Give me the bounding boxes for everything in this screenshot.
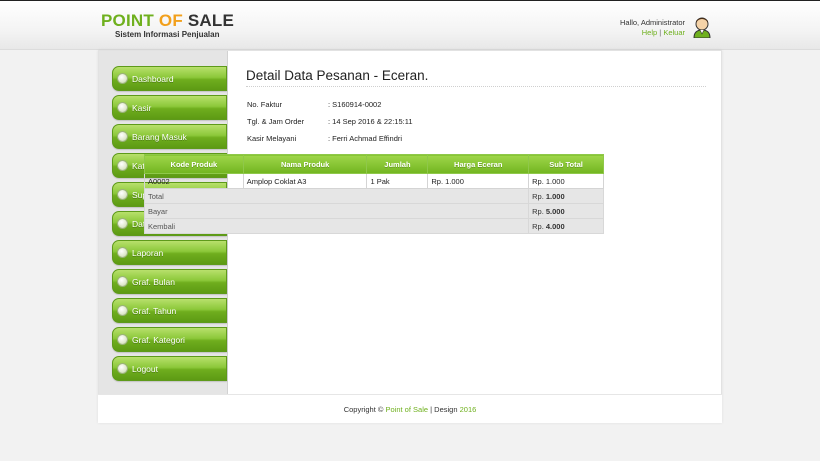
summary-row-kembali: Kembali Rp. 4.000 (143, 218, 604, 234)
order-detail-table: Kode Produk Nama Produk Jumlah Harga Ece… (143, 154, 604, 234)
menu-bullet-icon (117, 276, 128, 287)
user-box: Hallo, Administrator Help | Keluar (620, 18, 685, 37)
link-separator: | (659, 27, 662, 37)
currency: Rp. (532, 206, 544, 216)
menu-bullet-icon (117, 305, 128, 316)
summary-label: Total (143, 188, 530, 204)
cell-jumlah: 1 Pak (366, 173, 429, 189)
logout-link[interactable]: Keluar (663, 28, 685, 37)
help-link[interactable]: Help (642, 28, 657, 37)
sidebar-item-graf-kategori[interactable]: Graf. Kategori (112, 327, 227, 352)
column-header: Kode Produk (144, 154, 244, 174)
sidebar-item-graf-tahun[interactable]: Graf. Tahun (112, 298, 227, 323)
sidebar-item-dashboard[interactable]: Dashboard (112, 66, 227, 91)
summary-amount: 4.000 (545, 221, 565, 231)
summary-row-bayar: Bayar Rp. 5.000 (143, 203, 604, 219)
menu-bullet-icon (117, 363, 128, 374)
sidebar-item-logout[interactable]: Logout (112, 356, 227, 381)
greeting-text: Hallo, Administrator (619, 18, 685, 27)
menu-bullet-icon (117, 189, 128, 200)
column-header: Harga Eceran (427, 154, 530, 174)
logo-subtitle: Sistem Informasi Penjualan (115, 30, 220, 39)
info-label: No. Faktur (247, 100, 283, 109)
summary-value: Rp. 1.000 (528, 188, 604, 204)
footer-middle: | Design (430, 405, 458, 414)
sidebar-item-label: Barang Masuk (132, 132, 187, 142)
sidebar-item-label: Graf. Tahun (132, 306, 177, 316)
info-value: : Ferri Achmad Effindri (328, 134, 403, 143)
sidebar-item-kasir[interactable]: Kasir (112, 95, 227, 120)
summary-label: Kembali (143, 218, 530, 234)
menu-bullet-icon (117, 247, 128, 258)
footer-prefix: Copyright © (343, 405, 384, 414)
table-row: A0002 Amplop Coklat A3 1 Pak Rp. 1.000 R… (144, 173, 604, 189)
cell-harga: Rp. 1.000 (427, 173, 530, 189)
summary-amount: 1.000 (545, 191, 565, 201)
sidebar-item-label: Kasir (132, 103, 152, 113)
summary-value: Rp. 4.000 (528, 218, 604, 234)
sidebar-item-label: Laporan (132, 248, 164, 258)
sidebar-item-laporan[interactable]: Laporan (112, 240, 227, 265)
page-title: Detail Data Pesanan - Eceran. (246, 68, 429, 83)
info-value: : 14 Sep 2016 & 22:15:11 (328, 117, 413, 126)
sidebar-item-barang-masuk[interactable]: Barang Masuk (112, 124, 227, 149)
info-label: Tgl. & Jam Order (247, 117, 305, 126)
column-header: Jumlah (366, 154, 429, 174)
logo-title: POINT OF SALE (101, 12, 234, 30)
app-logo[interactable]: POINT OF SALE Sistem Informasi Penjualan (101, 12, 234, 40)
info-label: Kasir Melayani (247, 134, 297, 143)
menu-bullet-icon (117, 73, 128, 84)
currency: Rp. (532, 221, 544, 231)
logo-word-of: OF (158, 11, 183, 30)
menu-bullet-icon (117, 334, 128, 345)
summary-amount: 5.000 (545, 206, 565, 216)
sidebar-item-label: Graf. Kategori (132, 335, 185, 345)
main-container: Dashboard Kasir Barang Masuk Kategori Su… (98, 50, 722, 423)
cell-nama: Amplop Coklat A3 (242, 173, 368, 189)
table-header-row: Kode Produk Nama Produk Jumlah Harga Ece… (144, 154, 604, 174)
menu-bullet-icon (117, 131, 128, 142)
page-footer: Copyright © Point of Sale | Design 2016 (98, 394, 722, 423)
column-header: Sub Total (528, 154, 604, 174)
summary-label: Bayar (143, 203, 530, 219)
info-value: : S160914-0002 (328, 100, 382, 109)
currency: Rp. (532, 191, 544, 201)
menu-bullet-icon (117, 102, 128, 113)
logo-word-point: POINT (101, 11, 154, 30)
title-divider (246, 86, 706, 87)
summary-value: Rp. 5.000 (528, 203, 604, 219)
menu-bullet-icon (117, 160, 128, 171)
user-avatar-icon (693, 17, 711, 38)
menu-bullet-icon (117, 218, 128, 229)
logo-word-sale: SALE (187, 11, 234, 30)
sidebar-item-label: Graf. Bulan (132, 277, 175, 287)
sidebar-item-graf-bulan[interactable]: Graf. Bulan (112, 269, 227, 294)
footer-brand: Point of Sale (385, 405, 429, 414)
top-header: POINT OF SALE Sistem Informasi Penjualan… (0, 0, 820, 50)
sidebar-item-label: Logout (132, 364, 158, 374)
column-header: Nama Produk (242, 154, 368, 174)
user-links: Help | Keluar (620, 28, 685, 38)
cell-kode: A0002 (144, 173, 244, 189)
sidebar-item-label: Dashboard (132, 74, 174, 84)
footer-year: 2016 (459, 405, 477, 414)
summary-row-total: Total Rp. 1.000 (143, 188, 604, 204)
cell-subtotal: Rp. 1.000 (528, 173, 604, 189)
